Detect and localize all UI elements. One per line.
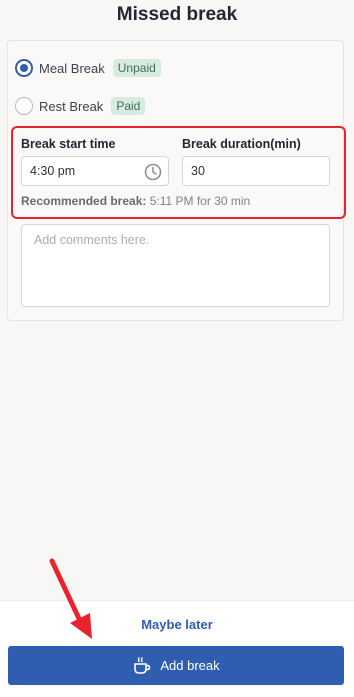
- rest-break-label: Rest Break: [39, 98, 104, 114]
- comments-placeholder: Add comments here.: [34, 233, 150, 247]
- coffee-cup-icon: [134, 656, 151, 674]
- highlight-box: [11, 126, 346, 219]
- rest-break-radio[interactable]: [15, 97, 33, 115]
- add-break-button[interactable]: Add break: [8, 646, 344, 685]
- add-break-label: Add break: [160, 658, 220, 673]
- page-title: Missed break: [116, 4, 238, 25]
- meal-break-radio[interactable]: [15, 59, 33, 77]
- red-arrow-annotation: [49, 558, 92, 639]
- meal-break-option[interactable]: Meal Break Unpaid: [15, 57, 161, 79]
- rest-break-option[interactable]: Rest Break Paid: [15, 95, 146, 117]
- meal-break-label: Meal Break: [39, 60, 105, 76]
- paid-badge: Paid: [111, 97, 146, 115]
- comments-input[interactable]: Add comments here.: [21, 224, 330, 307]
- unpaid-badge: Unpaid: [112, 59, 161, 77]
